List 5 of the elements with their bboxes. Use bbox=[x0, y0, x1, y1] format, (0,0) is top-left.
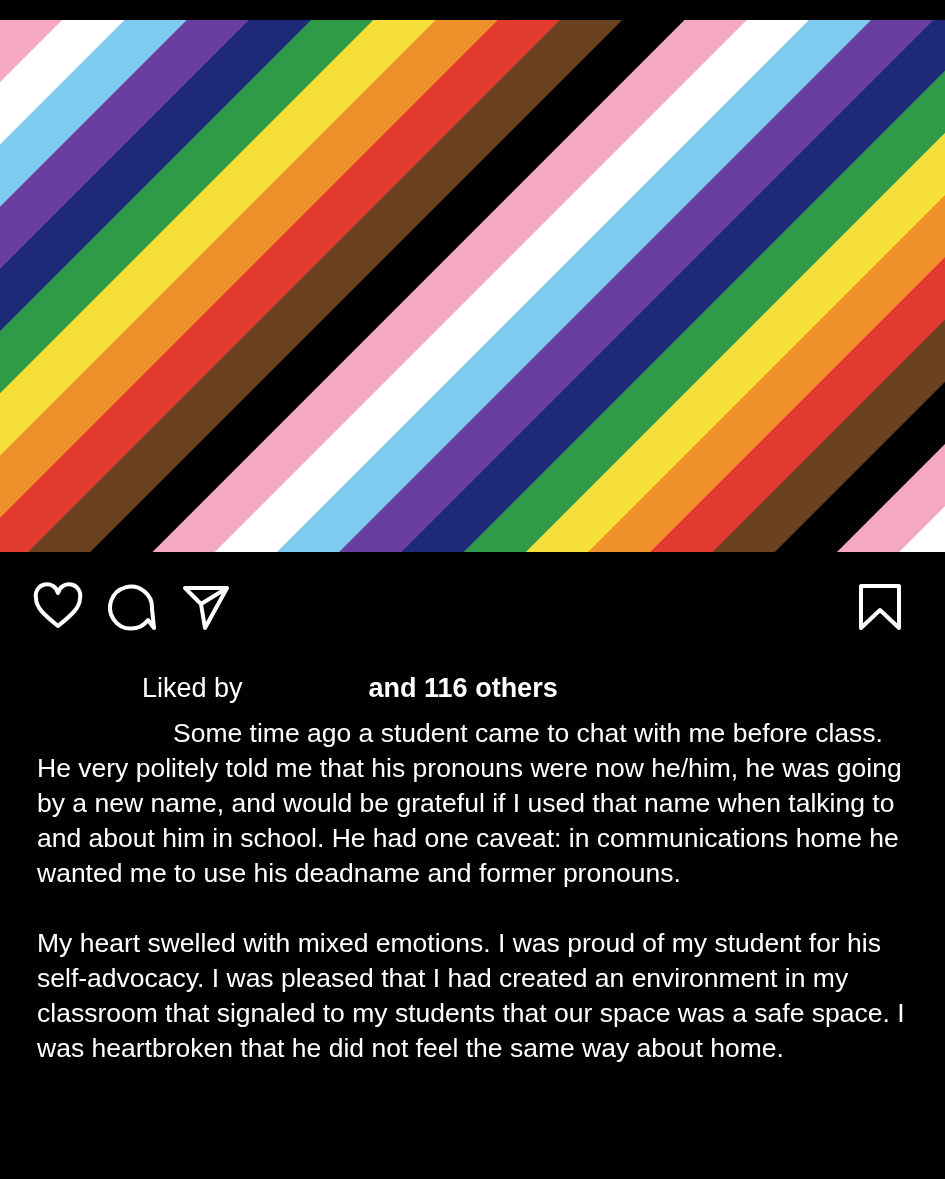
comment-icon[interactable] bbox=[107, 582, 157, 632]
liked-by-text: Liked by bbox=[142, 672, 243, 705]
likes-count[interactable]: and 116 others bbox=[368, 668, 558, 709]
caption-text: Some time ago a student came to chat with me before class. He very politely told me that his pronouns were now he/him, he was going by a new name, and would be grateful if I used that name when talking to and about him in school. He had one caveat: in communications home he wanted me to use his deadname and former pronouns. bbox=[36, 716, 903, 890]
caption-text: My heart swelled with mixed emotions. I was proud of my student for his self-advocacy. I was pleased that I had created an environment in my classroom that signaled to my students that our space was a safe space. I was heartbroken that he did not feel the same way about home. bbox=[36, 926, 906, 1065]
